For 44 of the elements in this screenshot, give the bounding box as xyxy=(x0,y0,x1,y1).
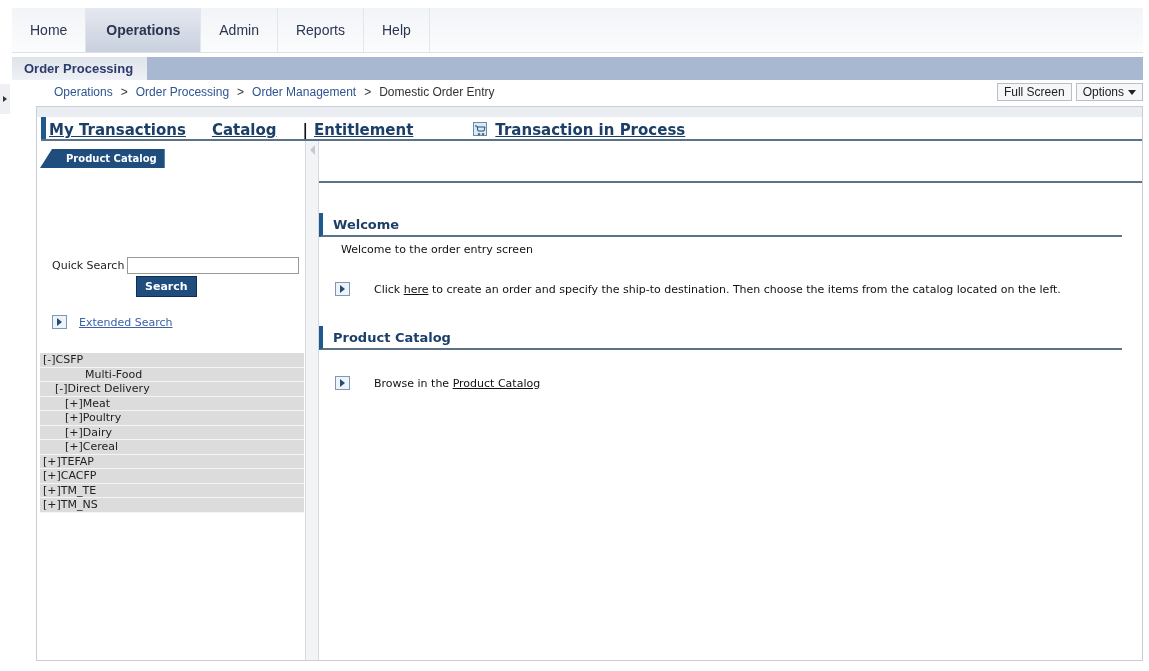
field-label: Quick Search xyxy=(52,259,125,272)
text-link[interactable]: Product Catalog xyxy=(452,376,541,390)
search-button[interactable]: Search xyxy=(136,276,197,297)
nav-tab[interactable]: Reports xyxy=(277,8,364,52)
accent-bar xyxy=(41,117,46,139)
expand-icon[interactable] xyxy=(3,96,7,102)
cart-icon xyxy=(473,122,488,136)
tree-item[interactable]: [-]CSFP xyxy=(40,353,304,368)
full-screen-button[interactable]: Full Screen xyxy=(996,83,1072,101)
tree-item[interactable]: [+]CACFP xyxy=(40,469,304,484)
instruction-text: Browse in the Product Catalog xyxy=(374,376,541,390)
instruction-text: Click here to create an order and specify the ship-to destination. Then choose the items from the catalog located on the left. xyxy=(374,282,1061,296)
tree-item[interactable]: [+]Cereal xyxy=(40,440,304,455)
nav-link[interactable]: Entitlement xyxy=(313,121,414,139)
nav-link[interactable]: My Transactions xyxy=(49,121,186,139)
options-menu-button[interactable]: Options xyxy=(1075,83,1143,101)
text-link[interactable]: here xyxy=(403,282,429,296)
nav-link[interactable]: Catalog xyxy=(211,121,277,139)
quick-search-field[interactable] xyxy=(127,257,300,274)
nav-tab[interactable]: Admin xyxy=(201,8,278,52)
tree-item[interactable]: [+]Poultry xyxy=(40,411,304,426)
breadcrumb-link[interactable]: Order Processing xyxy=(135,85,230,99)
section-heading: Welcome xyxy=(319,213,1122,237)
breadcrumb-separator: > xyxy=(364,85,372,99)
breadcrumb-separator: > xyxy=(237,85,245,99)
extended-search-link[interactable]: Extended Search xyxy=(79,315,173,329)
tree-item[interactable]: [-]Direct Delivery xyxy=(40,382,304,397)
breadcrumb-separator: > xyxy=(120,85,128,99)
nav-tab[interactable]: Operations xyxy=(86,8,202,52)
welcome-text: Welcome to the order entry screen xyxy=(341,243,534,256)
panel-tab[interactable]: Product Catalog xyxy=(40,149,165,168)
section-heading: Product Catalog xyxy=(319,326,1122,350)
breadcrumb-link[interactable]: Operations xyxy=(54,85,113,99)
play-icon[interactable] xyxy=(335,376,350,390)
play-icon[interactable] xyxy=(335,282,350,296)
breadcrumb-link[interactable]: Order Management xyxy=(252,85,357,99)
nav-link[interactable]: Transaction in Process xyxy=(495,121,686,139)
caret-icon xyxy=(1128,89,1136,95)
nav-tab[interactable]: Help xyxy=(364,8,430,52)
tree-item[interactable]: [+]TM_NS xyxy=(40,498,304,513)
sub-tab[interactable]: Order Processing xyxy=(12,57,148,80)
link-divider: | xyxy=(302,121,308,139)
breadcrumb-current: Domestic Order Entry xyxy=(379,85,495,99)
play-icon[interactable] xyxy=(52,315,67,329)
